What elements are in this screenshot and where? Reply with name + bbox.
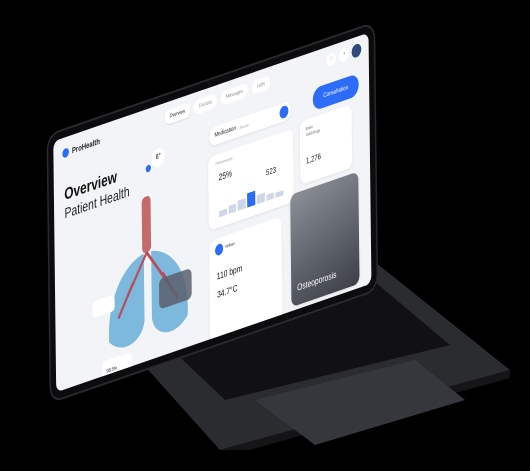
metric-label: Performance <box>215 155 233 167</box>
brand-logo[interactable]: ProHealth <box>62 137 100 159</box>
laptop: ProHealth Overview Doctors Messages Labs… <box>0 0 530 471</box>
tab-labs[interactable]: Labs <box>251 74 271 96</box>
screen: ProHealth Overview Doctors Messages Labs… <box>40 18 377 402</box>
metric-secondary: 523 <box>266 164 277 178</box>
performance-card[interactable]: Performance 25% 523 <box>208 128 294 232</box>
metric-bars <box>219 181 284 218</box>
dashboard: ProHealth Overview Doctors Messages Labs… <box>53 32 372 393</box>
oxygen-value: 98.5% <box>106 365 118 375</box>
brain-card[interactable]: Brain Cardiology 1,276 <box>299 104 353 186</box>
search-icon[interactable] <box>279 104 289 120</box>
bar <box>219 208 228 218</box>
search-placeholder: Search <box>239 121 250 130</box>
brand-name: ProHealth <box>71 136 100 156</box>
bell-icon[interactable]: ◔ <box>338 46 349 64</box>
bar <box>247 190 256 208</box>
osteoporosis-label: Osteoporosis <box>297 269 337 293</box>
brain-label: Brain Cardiology <box>306 121 320 138</box>
brain-value: 1,276 <box>306 151 321 166</box>
tab-messages[interactable]: Messages <box>220 82 249 107</box>
patient-avatar <box>214 242 224 257</box>
patient-name: William <box>225 240 235 249</box>
logo-icon <box>62 147 70 159</box>
avatar[interactable] <box>351 42 362 59</box>
bar <box>237 198 246 211</box>
bar <box>228 203 237 215</box>
temperature-value: 34.7°C <box>216 282 238 300</box>
bar <box>266 191 275 202</box>
toggle-icon[interactable] <box>145 164 151 173</box>
top-icons: ◌ ◔ <box>326 42 362 68</box>
bar <box>275 190 284 198</box>
chat-icon[interactable]: ◌ <box>326 51 337 68</box>
bar <box>256 192 265 205</box>
osteoporosis-card[interactable]: Osteoporosis <box>290 171 360 308</box>
temperature-badge: 8° <box>151 145 165 169</box>
search-label: Medication <box>214 125 236 140</box>
tab-overview[interactable]: Overview <box>164 102 191 126</box>
patient-card[interactable]: William 110 bpm 34.7°C <box>208 216 283 344</box>
heart-rate-value: 110 bpm <box>216 262 243 282</box>
tab-doctors[interactable]: Doctors <box>193 93 218 116</box>
metric-value: 25% <box>218 167 233 183</box>
